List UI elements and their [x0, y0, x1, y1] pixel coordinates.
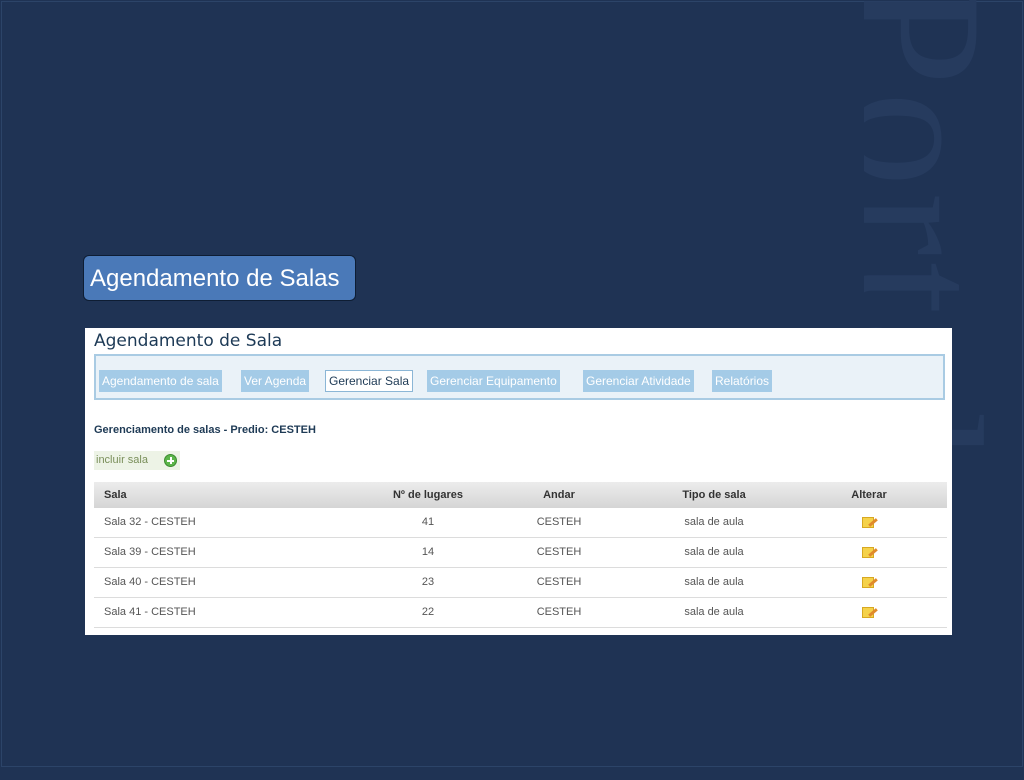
table-row: Sala 41 - CESTEH 22 CESTEH sala de aula: [94, 598, 947, 628]
cell-andar: CESTEH: [536, 576, 582, 588]
add-room-label: incluir sala: [96, 454, 148, 466]
cell-tipo: sala de aula: [684, 516, 744, 528]
section-title: Gerenciamento de salas - Predio: CESTEH: [94, 424, 316, 436]
tab-gerenciar-sala[interactable]: Gerenciar Sala: [325, 370, 414, 392]
rooms-table: Sala Nº de lugares Andar Tipo de sala Al…: [94, 482, 947, 628]
header-alterar: Alterar: [851, 489, 887, 501]
edit-icon[interactable]: [861, 606, 878, 619]
cell-lugares: 14: [421, 546, 435, 558]
tab-ver-agenda[interactable]: Ver Agenda: [241, 370, 310, 392]
cell-tipo: sala de aula: [684, 546, 744, 558]
cell-sala: Sala 32 - CESTEH: [104, 516, 196, 528]
cell-alterar: [829, 508, 909, 537]
cell-andar: CESTEH: [536, 516, 582, 528]
cell-sala: Sala 40 - CESTEH: [104, 576, 196, 588]
header-sala: Sala: [104, 489, 127, 501]
cell-sala: Sala 39 - CESTEH: [104, 546, 196, 558]
cell-alterar: [829, 568, 909, 597]
plus-icon: [164, 454, 177, 467]
table-row: Sala 39 - CESTEH 14 CESTEH sala de aula: [94, 538, 947, 568]
cell-andar: CESTEH: [536, 546, 582, 558]
tab-gerenciar-atividade[interactable]: Gerenciar Atividade: [583, 370, 694, 392]
app-title: Agendamento de Sala: [94, 331, 283, 351]
cell-tipo: sala de aula: [684, 576, 744, 588]
cell-alterar: [829, 538, 909, 567]
header-tipo: Tipo de sala: [682, 489, 746, 501]
tab-gerenciar-equipamento[interactable]: Gerenciar Equipamento: [427, 370, 560, 392]
slide-title: Agendamento de Salas: [83, 255, 356, 301]
add-room-button[interactable]: incluir sala: [94, 451, 180, 470]
tab-relatorios[interactable]: Relatórios: [712, 370, 773, 392]
tabs-bar: Agendamento de sala Ver Agenda Gerenciar…: [94, 354, 945, 400]
table-header: Sala Nº de lugares Andar Tipo de sala Al…: [94, 482, 947, 508]
header-lugares: Nº de lugares: [392, 489, 464, 501]
cell-lugares: 22: [421, 606, 435, 618]
tab-agendamento-de-sala[interactable]: Agendamento de sala: [99, 370, 222, 392]
cell-alterar: [829, 598, 909, 627]
cell-andar: CESTEH: [536, 606, 582, 618]
cell-lugares: 23: [421, 576, 435, 588]
table-row: Sala 40 - CESTEH 23 CESTEH sala de aula: [94, 568, 947, 598]
cell-tipo: sala de aula: [684, 606, 744, 618]
app-screenshot: Agendamento de Sala Agendamento de sala …: [85, 328, 952, 635]
header-andar: Andar: [543, 489, 575, 501]
cell-sala: Sala 41 - CESTEH: [104, 606, 196, 618]
edit-icon[interactable]: [861, 576, 878, 589]
cell-lugares: 41: [421, 516, 435, 528]
edit-icon[interactable]: [861, 546, 878, 559]
edit-icon[interactable]: [861, 516, 878, 529]
table-row: Sala 32 - CESTEH 41 CESTEH sala de aula: [94, 508, 947, 538]
